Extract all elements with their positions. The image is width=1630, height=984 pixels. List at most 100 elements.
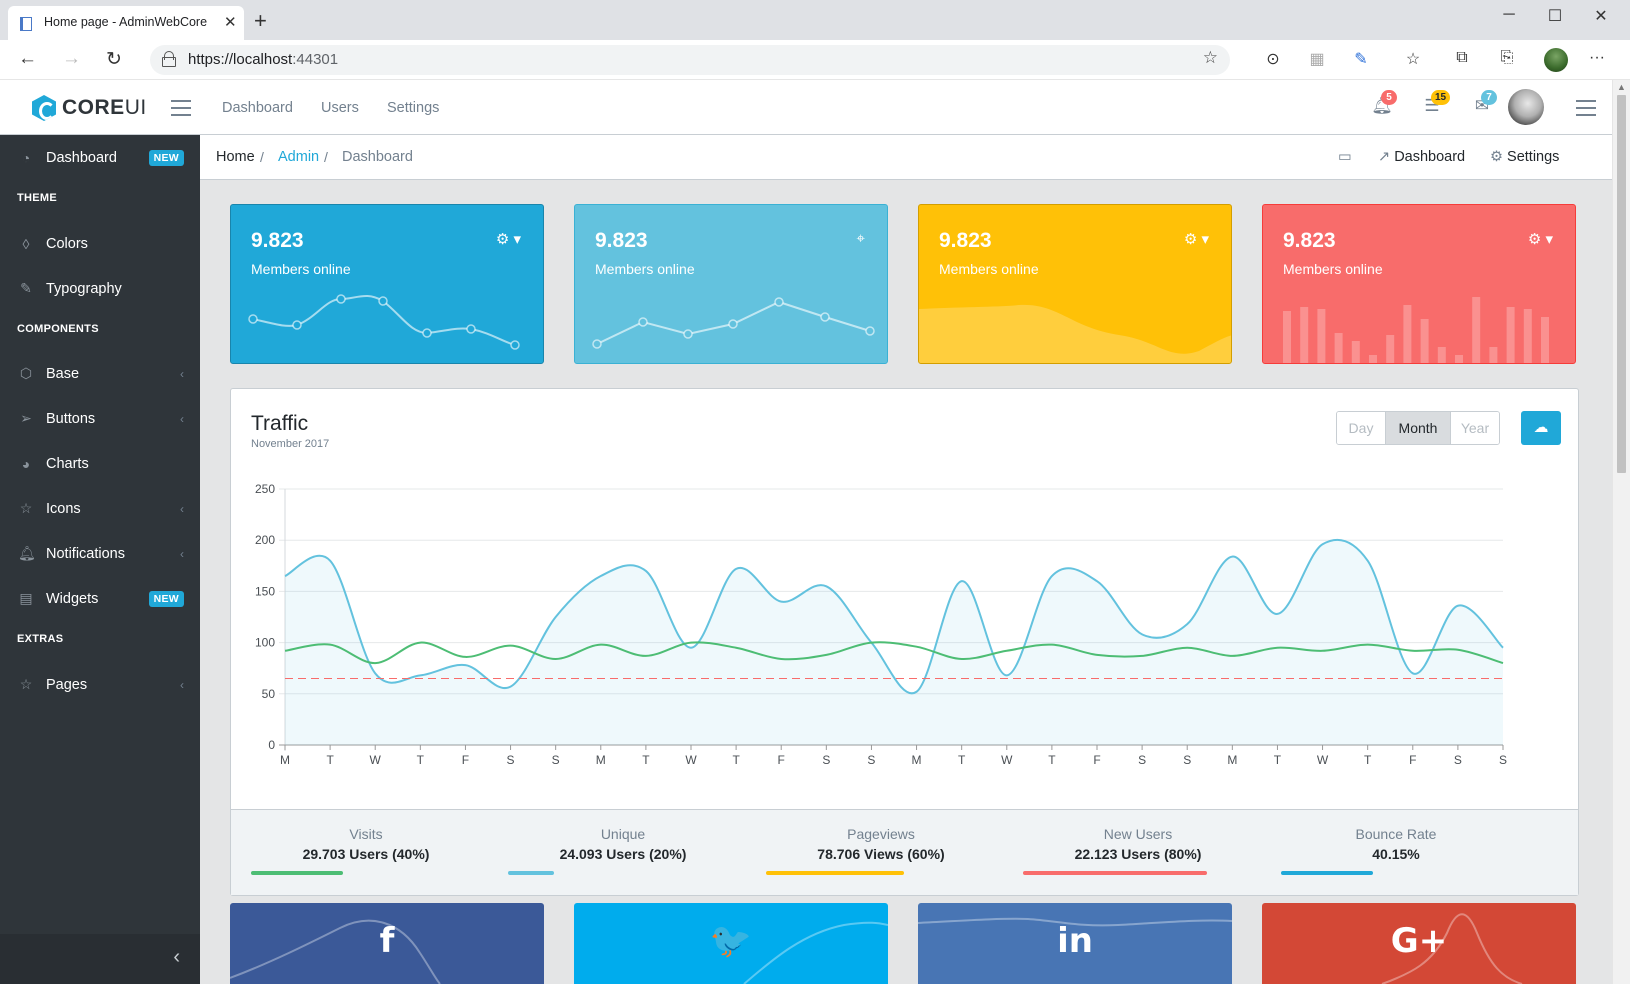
chevron-left-icon: ‹ xyxy=(180,366,184,381)
spark-bar xyxy=(1283,311,1291,363)
minimize-icon[interactable]: ─ xyxy=(1494,6,1524,24)
y-tick-label: 50 xyxy=(262,687,276,701)
sidebar-item-charts[interactable]: ◕ Charts xyxy=(0,441,200,486)
sidebar-item-dashboard[interactable]: ◔ Dashboard NEW xyxy=(0,135,200,180)
bell-icon: 🔔︎ xyxy=(18,545,36,561)
pen-icon[interactable]: ✎ xyxy=(1349,49,1373,69)
sidebar-section-title: COMPONENTS xyxy=(17,323,99,335)
sidebar-item-label: Charts xyxy=(46,455,89,472)
gear-dropdown-icon[interactable]: ⚙ ▾ xyxy=(1528,230,1553,248)
sidebar-item-colors[interactable]: ◊ Colors xyxy=(0,221,200,266)
sidebar-item-widgets[interactable]: ▤ Widgets NEW xyxy=(0,576,200,621)
cursor-icon: ➢ xyxy=(20,410,32,426)
refresh-icon[interactable]: ↻ xyxy=(106,48,122,71)
close-window-icon[interactable]: ✕ xyxy=(1586,6,1616,26)
browser-tab[interactable]: Home page - AdminWebCore ✕ xyxy=(8,6,244,40)
sidebar-item-label: Notifications xyxy=(46,545,125,562)
new-tab-icon[interactable]: + xyxy=(254,8,267,34)
breadcrumb-menu-dashboard[interactable]: ↗ Dashboard xyxy=(1378,149,1465,165)
scroll-up-icon[interactable]: ▲ xyxy=(1617,82,1626,92)
metric-value: 24.093 Users (20%) xyxy=(559,846,687,862)
header-nav-users[interactable]: Users xyxy=(321,100,359,116)
sidebar-item-base[interactable]: ⬡ Base ‹ xyxy=(0,351,200,396)
y-tick-label: 250 xyxy=(255,482,275,496)
sidebar-item-icons[interactable]: ☆ Icons ‹ xyxy=(0,486,200,531)
star-icon[interactable]: ☆ xyxy=(1203,48,1218,68)
address-bar[interactable]: https://localhost:44301 ☆ xyxy=(150,45,1230,75)
breadcrumb-home[interactable]: Home xyxy=(216,149,255,165)
spark-bar xyxy=(1369,355,1377,363)
breadcrumb-dashboard: Dashboard xyxy=(342,149,413,165)
x-tick-label: F xyxy=(1409,753,1416,767)
back-icon[interactable]: ← xyxy=(18,48,37,70)
sidebar-toggle-icon[interactable] xyxy=(171,100,191,116)
favorites-icon[interactable]: ☆ xyxy=(1401,49,1425,69)
spark-bar xyxy=(1334,333,1343,363)
bell-icon[interactable]: 🔔︎ 5 xyxy=(1371,90,1397,118)
forward-icon[interactable]: → xyxy=(62,48,81,70)
chevron-left-icon: ‹ xyxy=(180,546,184,561)
period-month-button[interactable]: Month xyxy=(1385,412,1451,444)
period-day-button[interactable]: Day xyxy=(1337,412,1385,444)
speech-icon[interactable]: ▭ xyxy=(1338,149,1352,165)
scrollbar-thumb[interactable] xyxy=(1617,95,1626,473)
sidebar-item-typography[interactable]: ✎ Typography xyxy=(0,266,200,311)
user-avatar[interactable] xyxy=(1508,89,1544,125)
puzzle-icon: ⬡ xyxy=(19,365,33,381)
x-tick-label: M xyxy=(280,753,290,767)
metric-progress xyxy=(508,871,554,875)
pencil-icon: ✎ xyxy=(20,280,32,296)
cloud-download-icon[interactable]: ☁ xyxy=(1521,411,1561,445)
metric-progress xyxy=(1023,871,1207,875)
chevron-left-icon: ‹ xyxy=(180,677,184,692)
profile-avatar[interactable] xyxy=(1544,48,1568,72)
header-nav-dashboard[interactable]: Dashboard xyxy=(222,100,293,116)
sidebar-item-label: Pages xyxy=(46,676,88,693)
sidebar-item-buttons[interactable]: ➢ Buttons ‹ xyxy=(0,396,200,441)
header-nav-settings[interactable]: Settings xyxy=(387,100,439,116)
share-icon[interactable]: ⎘ xyxy=(1495,49,1519,67)
x-tick-label: M xyxy=(912,753,922,767)
sidebar-item-label: Buttons xyxy=(46,410,96,427)
new-badge: NEW xyxy=(148,590,184,607)
aside-toggle-icon[interactable] xyxy=(1576,100,1596,116)
metric-progress xyxy=(1281,871,1373,875)
sidebar-minimizer[interactable]: ‹ xyxy=(0,934,200,984)
brand-logo[interactable]: COREUI xyxy=(32,94,147,122)
app-header: COREUI Dashboard Users Settings 🔔︎ 5 ☰ 15 … xyxy=(0,80,1612,135)
stat-label: Members online xyxy=(251,261,351,277)
breadcrumb-menu-settings[interactable]: ⚙ Settings xyxy=(1490,149,1559,165)
x-tick-label: S xyxy=(1454,753,1462,767)
metric-title: Bounce Rate xyxy=(1355,826,1437,842)
close-icon[interactable]: ✕ xyxy=(224,13,237,31)
extension-icon[interactable]: ▦ xyxy=(1305,49,1329,69)
collections-icon[interactable]: ⧉ xyxy=(1450,49,1474,67)
gear-dropdown-icon[interactable]: ⚙ ▾ xyxy=(1184,230,1209,248)
page-scrollbar[interactable]: ▲ xyxy=(1612,80,1630,984)
stat-label: Members online xyxy=(939,261,1039,277)
breadcrumb-admin[interactable]: Admin xyxy=(278,149,319,165)
more-icon[interactable]: ··· xyxy=(1585,49,1609,67)
chevron-left-icon: ‹ xyxy=(180,501,184,516)
envelope-icon[interactable]: ✉ 7 xyxy=(1471,90,1497,118)
metric-title: Pageviews xyxy=(847,826,915,842)
location-pin-icon[interactable]: ⌖ xyxy=(857,230,865,247)
breadcrumb: Home / Admin / Dashboard ▭ ↗ Dashboard ⚙… xyxy=(200,135,1612,180)
pie-chart-icon: ◕ xyxy=(21,455,31,472)
sidebar-item-pages[interactable]: ☆ Pages ‹ xyxy=(0,662,200,707)
speedometer-icon: ◔ xyxy=(21,149,31,166)
sparkline-chart xyxy=(592,297,875,349)
maximize-icon[interactable]: ☐ xyxy=(1540,6,1570,26)
x-tick-label: S xyxy=(822,753,830,767)
reader-icon[interactable]: ⊙ xyxy=(1261,49,1285,69)
coreui-logo-icon xyxy=(32,95,56,121)
sidebar-item-notifications[interactable]: 🔔︎ Notifications ‹ xyxy=(0,531,200,576)
twitter-icon: 🐦 xyxy=(709,921,753,961)
star-icon: ☆ xyxy=(19,500,33,516)
x-tick-label: T xyxy=(1048,753,1056,767)
list-icon[interactable]: ☰ 15 xyxy=(1421,90,1451,118)
gear-dropdown-icon[interactable]: ⚙ ▾ xyxy=(496,230,521,248)
period-year-button[interactable]: Year xyxy=(1451,412,1499,444)
x-tick-label: T xyxy=(642,753,650,767)
stat-card-4: 9.823 Members online ⚙ ▾ xyxy=(1262,204,1576,364)
